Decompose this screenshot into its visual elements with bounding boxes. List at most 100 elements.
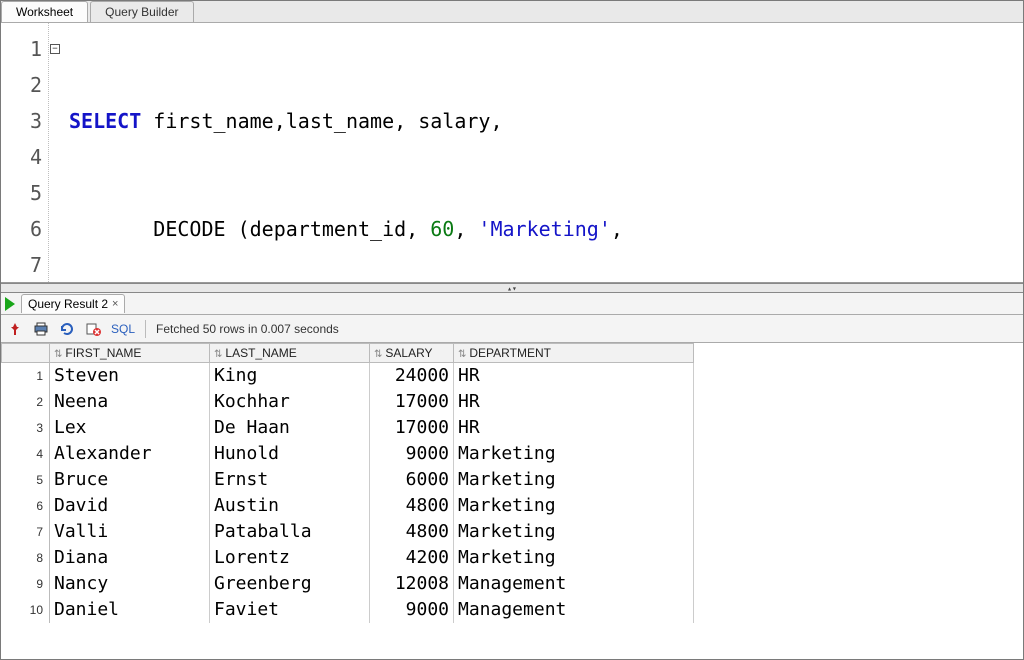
table-row[interactable]: 10DanielFaviet9000Management xyxy=(2,597,694,623)
sql-link[interactable]: SQL xyxy=(111,322,135,336)
sql-code-area[interactable]: SELECT first_name,last_name, salary, DEC… xyxy=(63,23,1023,282)
code-text: , xyxy=(454,217,478,241)
sort-icon: ⇅ xyxy=(374,349,382,360)
sort-icon: ⇅ xyxy=(214,349,222,360)
row-number: 10 xyxy=(2,597,50,623)
cell-lastname: Ernst xyxy=(210,467,370,493)
cell-firstname: Nancy xyxy=(50,571,210,597)
fetch-status: Fetched 50 rows in 0.007 seconds xyxy=(156,322,339,336)
row-number: 2 xyxy=(2,389,50,415)
cell-department: HR xyxy=(454,389,694,415)
splitter-handle[interactable]: ▴▾ xyxy=(1,283,1023,293)
cell-salary: 4800 xyxy=(370,519,454,545)
row-number: 7 xyxy=(2,519,50,545)
code-text: , xyxy=(611,217,623,241)
cell-salary: 9000 xyxy=(370,441,454,467)
kw-select: SELECT xyxy=(69,109,141,133)
cell-lastname: Hunold xyxy=(210,441,370,467)
line-number: 2 xyxy=(1,67,42,103)
cell-lastname: De Haan xyxy=(210,415,370,441)
cell-firstname: David xyxy=(50,493,210,519)
cell-department: Management xyxy=(454,571,694,597)
tab-worksheet[interactable]: Worksheet xyxy=(1,1,88,22)
cell-firstname: Daniel xyxy=(50,597,210,623)
line-number: 7 xyxy=(1,247,42,283)
cell-lastname: Kochhar xyxy=(210,389,370,415)
sort-icon: ⇅ xyxy=(54,349,62,360)
tab-querybuilder[interactable]: Query Builder xyxy=(90,1,193,22)
row-number: 4 xyxy=(2,441,50,467)
sort-icon: ⇅ xyxy=(458,349,466,360)
col-header-lastname[interactable]: ⇅LAST_NAME xyxy=(210,344,370,363)
print-icon[interactable] xyxy=(33,321,49,337)
cell-department: Marketing xyxy=(454,545,694,571)
run-icon xyxy=(5,297,15,311)
col-label: FIRST_NAME xyxy=(65,346,141,360)
fold-column: − xyxy=(49,23,63,282)
results-grid[interactable]: ⇅FIRST_NAME ⇅LAST_NAME ⇅SALARY ⇅DEPARTME… xyxy=(1,343,1023,659)
col-header-department[interactable]: ⇅DEPARTMENT xyxy=(454,344,694,363)
cell-firstname: Diana xyxy=(50,545,210,571)
tab-query-result[interactable]: Query Result 2 × xyxy=(21,294,125,313)
cell-department: Management xyxy=(454,597,694,623)
cell-department: HR xyxy=(454,415,694,441)
table-row[interactable]: 5BruceErnst6000Marketing xyxy=(2,467,694,493)
editor-tabbar: Worksheet Query Builder xyxy=(1,1,1023,23)
cell-lastname: Austin xyxy=(210,493,370,519)
table-row[interactable]: 9NancyGreenberg12008Management xyxy=(2,571,694,597)
line-number: 3 xyxy=(1,103,42,139)
result-tabbar: Query Result 2 × xyxy=(1,293,1023,315)
fold-minus-icon[interactable]: − xyxy=(50,44,60,54)
cell-department: HR xyxy=(454,363,694,389)
cell-department: Marketing xyxy=(454,467,694,493)
table-header-row: ⇅FIRST_NAME ⇅LAST_NAME ⇅SALARY ⇅DEPARTME… xyxy=(2,344,694,363)
table-row[interactable]: 6DavidAustin4800Marketing xyxy=(2,493,694,519)
line-number: 4 xyxy=(1,139,42,175)
cell-lastname: King xyxy=(210,363,370,389)
cell-salary: 4200 xyxy=(370,545,454,571)
line-number: 5 xyxy=(1,175,42,211)
sql-editor[interactable]: 1 2 3 4 5 6 7 − SELECT first_name,last_n… xyxy=(1,23,1023,283)
row-number: 3 xyxy=(2,415,50,441)
delete-icon[interactable] xyxy=(85,321,101,337)
cell-salary: 9000 xyxy=(370,597,454,623)
cell-department: Marketing xyxy=(454,493,694,519)
col-header-firstname[interactable]: ⇅FIRST_NAME xyxy=(50,344,210,363)
table-row[interactable]: 3LexDe Haan17000HR xyxy=(2,415,694,441)
row-number: 8 xyxy=(2,545,50,571)
cell-lastname: Faviet xyxy=(210,597,370,623)
cell-salary: 17000 xyxy=(370,415,454,441)
pin-icon[interactable] xyxy=(7,321,23,337)
row-number-header xyxy=(2,344,50,363)
toolbar-separator xyxy=(145,320,146,338)
cell-firstname: Valli xyxy=(50,519,210,545)
table-row[interactable]: 8DianaLorentz4200Marketing xyxy=(2,545,694,571)
cell-firstname: Bruce xyxy=(50,467,210,493)
line-gutter: 1 2 3 4 5 6 7 xyxy=(1,23,49,282)
cell-salary: 12008 xyxy=(370,571,454,597)
refresh-icon[interactable] xyxy=(59,321,75,337)
result-tab-label: Query Result 2 xyxy=(28,297,108,311)
code-string: 'Marketing' xyxy=(478,217,610,241)
col-label: DEPARTMENT xyxy=(469,346,551,360)
result-toolbar: SQL Fetched 50 rows in 0.007 seconds xyxy=(1,315,1023,343)
code-text: DECODE (department_id, xyxy=(69,217,430,241)
cell-salary: 24000 xyxy=(370,363,454,389)
cell-lastname: Pataballa xyxy=(210,519,370,545)
col-header-salary[interactable]: ⇅SALARY xyxy=(370,344,454,363)
cell-lastname: Lorentz xyxy=(210,545,370,571)
table-row[interactable]: 7ValliPataballa4800Marketing xyxy=(2,519,694,545)
code-number: 60 xyxy=(430,217,454,241)
cell-salary: 17000 xyxy=(370,389,454,415)
code-text: first_name,last_name, salary, xyxy=(141,109,502,133)
cell-department: Marketing xyxy=(454,519,694,545)
results-table: ⇅FIRST_NAME ⇅LAST_NAME ⇅SALARY ⇅DEPARTME… xyxy=(1,343,694,623)
cell-firstname: Neena xyxy=(50,389,210,415)
col-label: SALARY xyxy=(385,346,432,360)
table-row[interactable]: 1StevenKing24000HR xyxy=(2,363,694,389)
table-row[interactable]: 4AlexanderHunold9000Marketing xyxy=(2,441,694,467)
close-icon[interactable]: × xyxy=(112,298,118,310)
line-number: 6 xyxy=(1,211,42,247)
table-row[interactable]: 2NeenaKochhar17000HR xyxy=(2,389,694,415)
row-number: 6 xyxy=(2,493,50,519)
